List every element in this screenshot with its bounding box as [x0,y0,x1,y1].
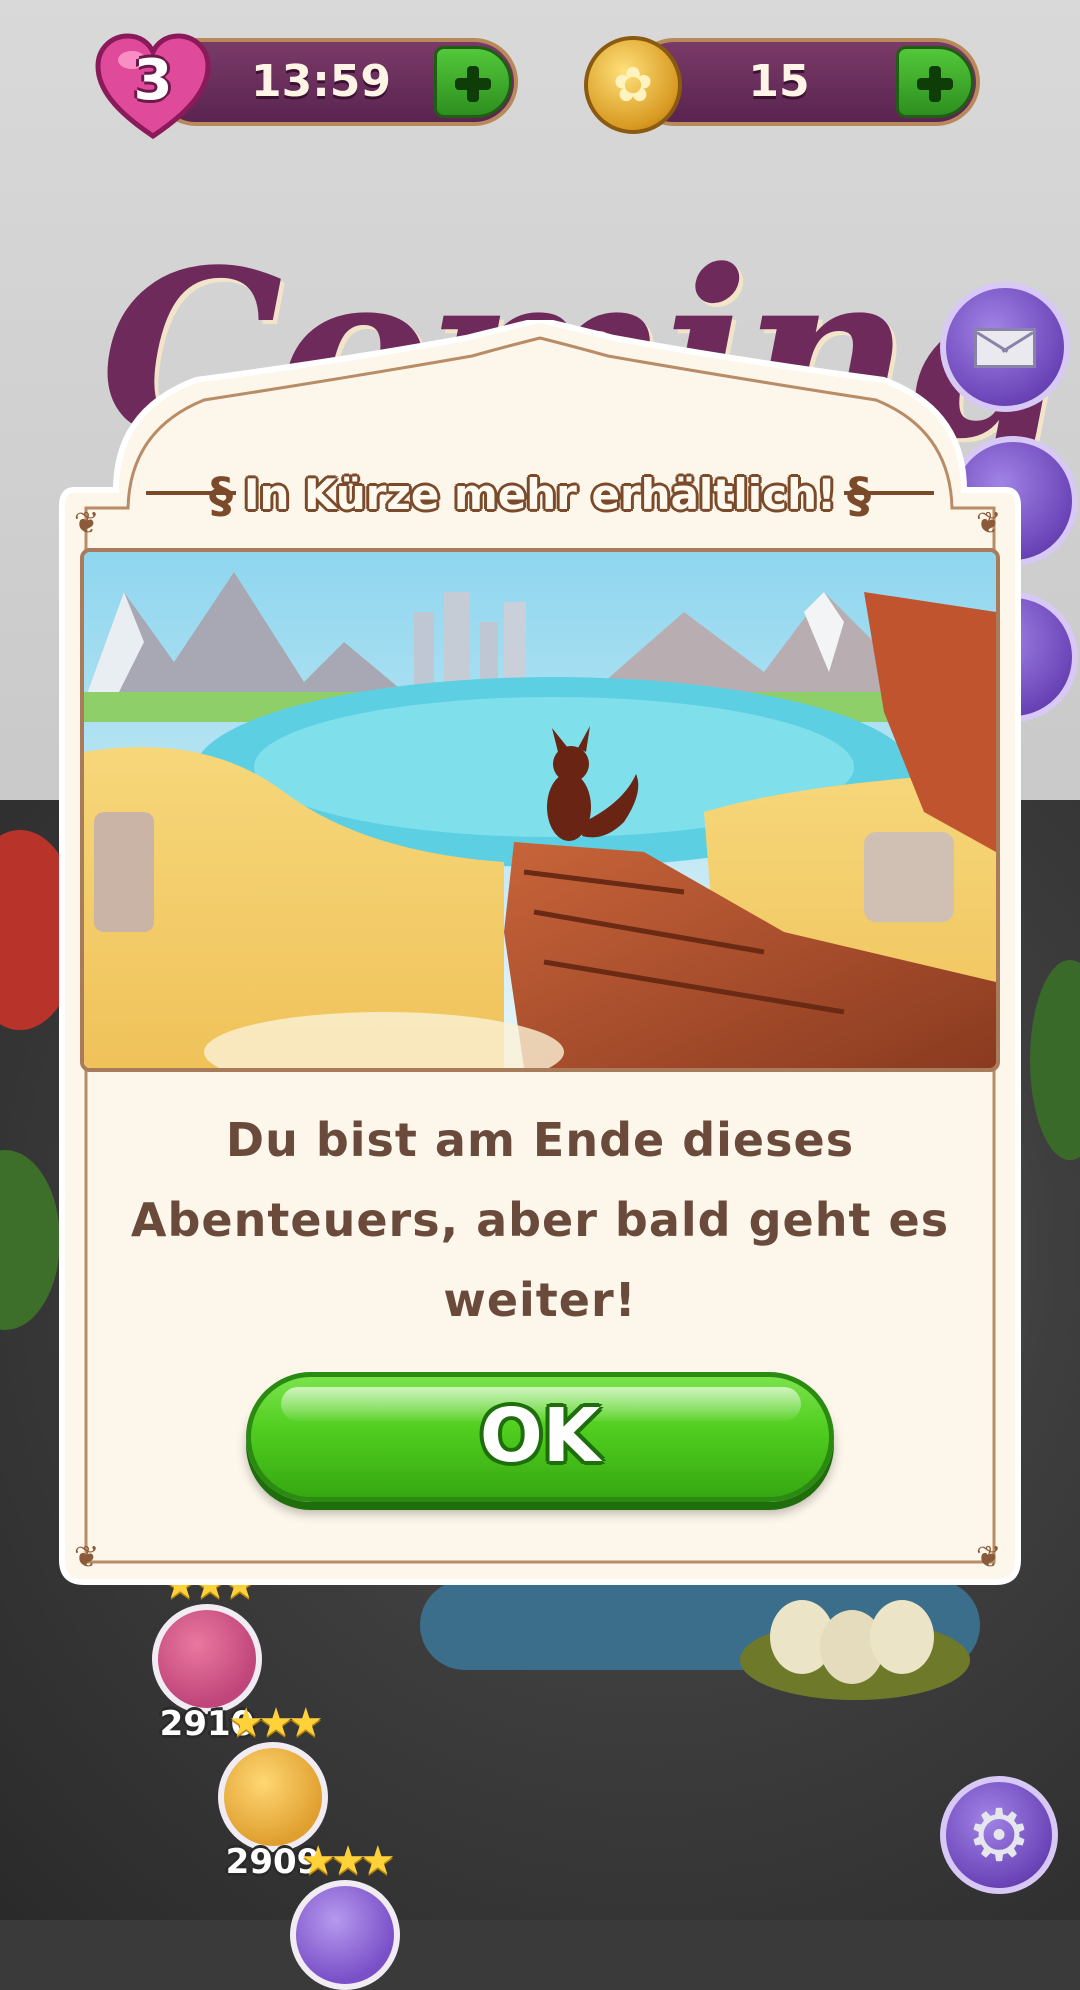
fox-landscape-illustration [80,548,1000,1072]
title-swirl-right: § [847,468,871,524]
title-divider-right [844,491,934,495]
dialog-message: Du bist am Ende dieses Abenteuers, aber … [130,1113,950,1327]
ok-button-label: OK [479,1393,601,1479]
corner-ornament: ❦ [74,1540,100,1575]
landscape-image [84,552,996,1068]
ok-button[interactable]: OK [246,1372,834,1502]
coming-soon-dialog: ❦ ❦ ❦ ❦ § In Kürze mehr erhältlich! § Du… [46,320,1034,1590]
corner-ornament: ❦ [976,1540,1002,1575]
